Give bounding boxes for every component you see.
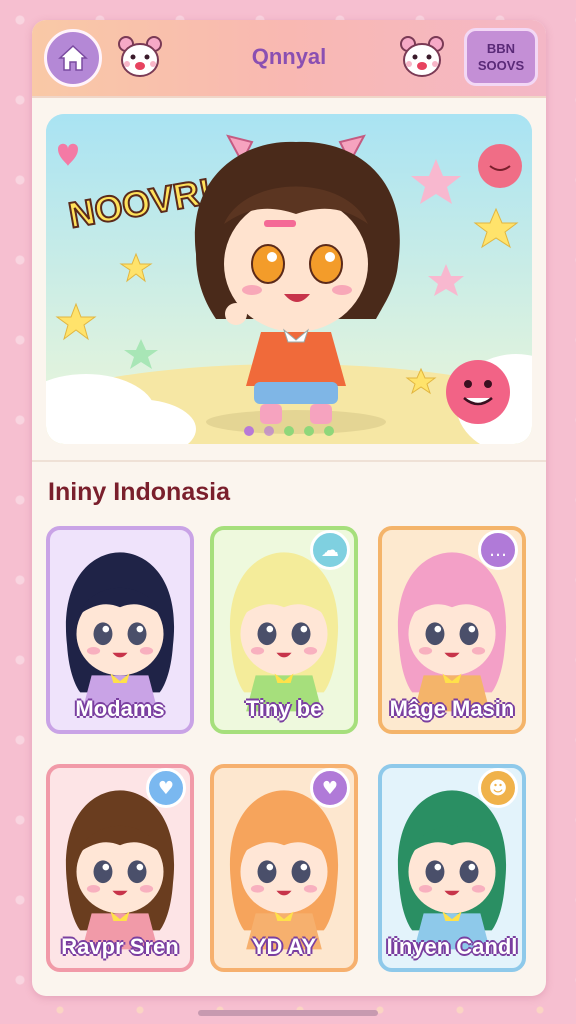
carousel-dot[interactable] bbox=[324, 426, 334, 436]
section-title: Ininy Indonasia bbox=[48, 478, 230, 506]
bear-mascot-icon bbox=[400, 36, 444, 77]
home-indicator[interactable] bbox=[198, 1010, 378, 1016]
featured-banner[interactable]: NOOVR! bbox=[46, 114, 532, 444]
carousel-dot[interactable] bbox=[244, 426, 254, 436]
banner-illustration: NOOVR! bbox=[46, 114, 532, 444]
character-card[interactable]: YD AY ♥ bbox=[210, 764, 358, 972]
character-card[interactable]: Modams bbox=[46, 526, 194, 734]
character-name: Ravpr Sren bbox=[61, 934, 179, 959]
carousel-dot[interactable] bbox=[264, 426, 274, 436]
app-screen: Qnnyal BBN SOOVS NOOVR! Ininy Indonasia … bbox=[32, 20, 546, 996]
character-name: Mâge Masin bbox=[389, 696, 515, 721]
slime-icon[interactable]: ☁ bbox=[310, 530, 350, 570]
menu-label-line1: BBN bbox=[486, 41, 516, 56]
character-name: Modams bbox=[75, 696, 165, 721]
carousel-dot[interactable] bbox=[304, 426, 314, 436]
section-divider bbox=[32, 460, 546, 462]
home-icon bbox=[58, 44, 88, 71]
top-bar: Qnnyal BBN SOOVS bbox=[32, 20, 546, 98]
bear-mascot-icon bbox=[118, 36, 162, 77]
heart-bubble-icon[interactable]: ♥ bbox=[310, 768, 350, 808]
monster-icon[interactable]: ☻ bbox=[478, 768, 518, 808]
character-name: YD AY bbox=[251, 934, 317, 959]
character-card[interactable]: Mâge Masin … bbox=[378, 526, 526, 734]
home-button[interactable] bbox=[44, 29, 102, 87]
character-name: Iinyen Candl bbox=[386, 934, 518, 959]
heart-icon[interactable]: ♥ bbox=[146, 768, 186, 808]
menu-button[interactable]: BBN SOOVS bbox=[464, 28, 538, 86]
app-title: Qnnyal bbox=[251, 44, 327, 69]
chat-icon[interactable]: … bbox=[478, 530, 518, 570]
character-card[interactable]: Iinyen Candl ☻ bbox=[378, 764, 526, 972]
carousel-dots[interactable] bbox=[46, 426, 532, 436]
character-name: Tiny be bbox=[245, 696, 323, 721]
carousel-dot[interactable] bbox=[284, 426, 294, 436]
menu-label-line2: SOOVS bbox=[477, 58, 525, 73]
character-card[interactable]: Tiny be ☁ bbox=[210, 526, 358, 734]
character-card[interactable]: Ravpr Sren ♥ bbox=[46, 764, 194, 972]
